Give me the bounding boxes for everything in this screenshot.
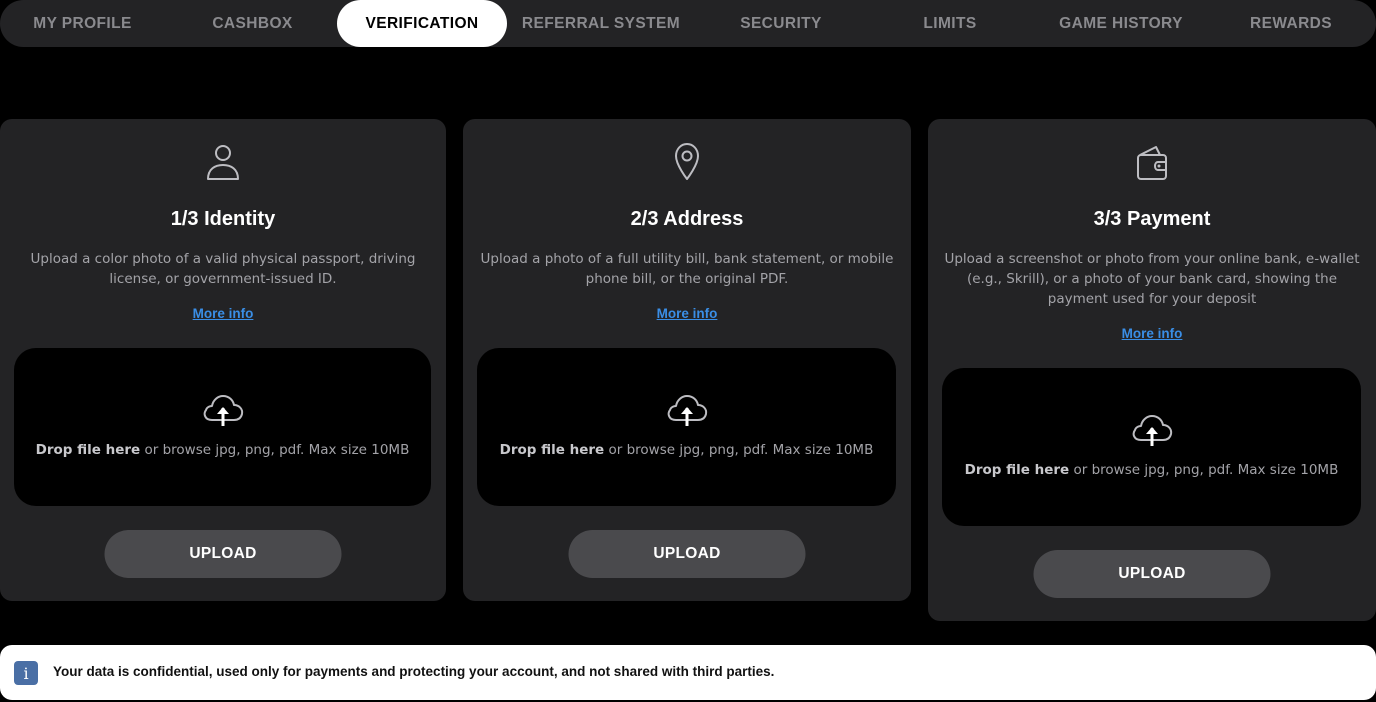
identity-card: 1/3 Identity Upload a color photo of a v… [0, 119, 446, 601]
tab-my-profile[interactable]: MY PROFILE [0, 0, 165, 47]
tab-referral-system[interactable]: REFERRAL SYSTEM [512, 0, 690, 47]
verification-page: MY PROFILE CASHBOX VERIFICATION REFERRAL… [0, 0, 1376, 702]
cloud-upload-icon [203, 395, 243, 426]
privacy-notice-text: Your data is confidential, used only for… [53, 664, 775, 679]
cloud-upload-icon [667, 395, 707, 426]
upload-button[interactable]: UPLOAD [104, 530, 342, 578]
file-dropzone[interactable]: Drop file here or browse jpg, png, pdf. … [477, 348, 896, 506]
dropzone-text: Drop file here or browse jpg, png, pdf. … [942, 462, 1361, 478]
profile-tabs: MY PROFILE CASHBOX VERIFICATION REFERRAL… [0, 0, 1376, 47]
dropzone-text: Drop file here or browse jpg, png, pdf. … [477, 442, 896, 458]
dropzone-bold: Drop file here [964, 462, 1070, 478]
card-description: Upload a photo of a full utility bill, b… [480, 251, 894, 287]
dropzone-hint: or browse jpg, png, pdf. Max size 10MB [1069, 462, 1339, 478]
more-info-link[interactable]: More info [0, 306, 446, 321]
tab-cashbox[interactable]: CASHBOX [170, 0, 335, 47]
dropzone-hint: or browse jpg, png, pdf. Max size 10MB [604, 442, 874, 458]
info-icon: i [14, 661, 38, 685]
privacy-notice: i Your data is confidential, used only f… [0, 645, 1376, 700]
tab-rewards[interactable]: REWARDS [1206, 0, 1376, 47]
dropzone-bold: Drop file here [499, 442, 605, 458]
upload-button[interactable]: UPLOAD [1033, 550, 1271, 598]
upload-button[interactable]: UPLOAD [568, 530, 806, 578]
file-dropzone[interactable]: Drop file here or browse jpg, png, pdf. … [942, 368, 1361, 526]
card-title: 1/3 Identity [170, 208, 276, 230]
card-description: Upload a screenshot or photo from your o… [944, 251, 1360, 307]
dropzone-text: Drop file here or browse jpg, png, pdf. … [14, 442, 431, 458]
tab-verification[interactable]: VERIFICATION [337, 0, 507, 47]
person-icon [207, 145, 239, 180]
file-dropzone[interactable]: Drop file here or browse jpg, png, pdf. … [14, 348, 431, 506]
payment-card: 3/3 Payment Upload a screenshot or photo… [928, 119, 1376, 621]
address-card: 2/3 Address Upload a photo of a full uti… [463, 119, 911, 601]
card-description: Upload a color photo of a valid physical… [30, 251, 416, 287]
tab-security[interactable]: SECURITY [697, 0, 865, 47]
tab-limits[interactable]: LIMITS [866, 0, 1034, 47]
location-pin-icon [675, 143, 699, 180]
wallet-icon [1137, 146, 1167, 180]
more-info-link[interactable]: More info [928, 326, 1376, 341]
card-title: 2/3 Address [630, 208, 744, 230]
card-title: 3/3 Payment [1093, 208, 1211, 230]
dropzone-bold: Drop file here [35, 442, 141, 458]
dropzone-hint: or browse jpg, png, pdf. Max size 10MB [140, 442, 410, 458]
cloud-upload-icon [1132, 415, 1172, 446]
tab-game-history[interactable]: GAME HISTORY [1036, 0, 1206, 47]
more-info-link[interactable]: More info [463, 306, 911, 321]
